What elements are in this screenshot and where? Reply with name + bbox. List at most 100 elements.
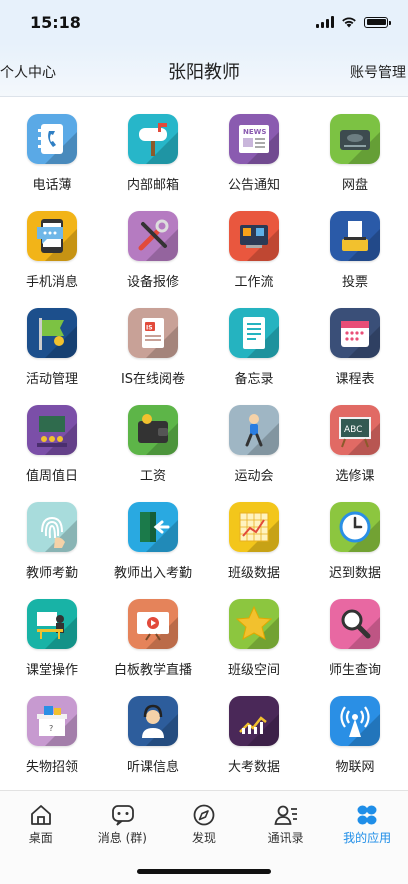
app-tile[interactable]: 白板教学直播 (103, 595, 203, 685)
app-label: 备忘录 (234, 372, 274, 387)
page-title: 张阳教师 (168, 62, 240, 83)
contacts-icon (273, 803, 299, 827)
app-label: 班级数据 (227, 566, 280, 581)
app-label: 师生查询 (328, 663, 381, 678)
apps-icon (354, 803, 380, 827)
door-icon (128, 502, 178, 552)
status-bar: 15:18 (0, 0, 408, 44)
app-label: 失物招领 (25, 760, 78, 775)
app-tile[interactable]: NEWS 公告通知 (204, 110, 304, 200)
app-label: 工作流 (234, 275, 274, 290)
app-label: 教师出入考勤 (113, 566, 192, 581)
mailbox-icon (128, 114, 178, 164)
app-label: 值周值日 (25, 469, 78, 484)
tab-label: 消息 (群) (97, 831, 147, 845)
app-tile[interactable]: 教师考勤 (2, 498, 102, 588)
app-label: 选修课 (335, 469, 375, 484)
app-label: 投票 (341, 275, 368, 290)
app-label: 内部邮箱 (126, 178, 179, 193)
calendar-icon (330, 308, 380, 358)
app-label: 手机消息 (25, 275, 78, 290)
app-label: 设备报修 (126, 275, 179, 290)
app-tile[interactable]: 大考数据 (204, 692, 304, 782)
tab-label: 我的应用 (343, 831, 392, 845)
star-icon (229, 599, 279, 649)
workflow-icon (229, 211, 279, 261)
app-label: 电话薄 (32, 178, 72, 193)
tools-icon (128, 211, 178, 261)
clock-icon (330, 502, 380, 552)
app-label: 白板教学直播 (113, 663, 192, 678)
fingerprint-icon (27, 502, 77, 552)
app-tile[interactable]: 设备报修 (103, 207, 203, 297)
app-tile[interactable]: 班级数据 (204, 498, 304, 588)
duty-icon (27, 405, 77, 455)
app-tile[interactable]: 课堂操作 (2, 595, 102, 685)
app-tile[interactable]: 投票 (305, 207, 405, 297)
chart-icon (229, 502, 279, 552)
svg-text:IS: IS (146, 325, 153, 332)
app-tile[interactable]: ? 失物招领 (2, 692, 102, 782)
video-icon (128, 599, 178, 649)
classroom-icon (27, 599, 77, 649)
app-tile[interactable]: 教师出入考勤 (103, 498, 203, 588)
app-tile[interactable]: 值周值日 (2, 401, 102, 491)
app-tile[interactable]: 手机消息 (2, 207, 102, 297)
tab-label: 发现 (191, 831, 216, 845)
app-label: 迟到数据 (328, 566, 381, 581)
exam-icon: IS (128, 308, 178, 358)
wifi-icon (342, 17, 356, 28)
antenna-icon (330, 696, 380, 746)
app-tile[interactable]: 迟到数据 (305, 498, 405, 588)
app-tile[interactable]: ABC 选修课 (305, 401, 405, 491)
app-tile[interactable]: 工资 (103, 401, 203, 491)
tab-item[interactable]: 消息 (群) (82, 791, 164, 851)
home-icon (28, 803, 54, 827)
app-label: 公告通知 (227, 178, 280, 193)
phonebook-icon (27, 114, 77, 164)
lost-box-icon: ? (27, 696, 77, 746)
app-tile[interactable]: 师生查询 (305, 595, 405, 685)
status-icons (316, 15, 391, 29)
account-manage-link[interactable]: 账号管理 (350, 62, 406, 82)
app-tile[interactable]: 备忘录 (204, 304, 304, 394)
runner-icon (229, 405, 279, 455)
app-tile[interactable]: 班级空间 (204, 595, 304, 685)
app-tile[interactable]: 课程表 (305, 304, 405, 394)
app-label: 物联网 (335, 760, 375, 775)
tab-label: 通讯录 (267, 831, 304, 845)
cellular-signal-icon (316, 16, 334, 28)
app-tile[interactable]: 网盘 (305, 110, 405, 200)
app-label: IS在线阅卷 (120, 372, 186, 387)
app-tile[interactable]: 物联网 (305, 692, 405, 782)
message-icon (27, 211, 77, 261)
vote-icon (330, 211, 380, 261)
svg-text:NEWS: NEWS (243, 128, 266, 136)
app-tile[interactable]: 工作流 (204, 207, 304, 297)
app-tile[interactable]: 听课信息 (103, 692, 203, 782)
app-header: 个人中心 张阳教师 账号管理 (0, 44, 408, 97)
app-label: 听课信息 (126, 760, 179, 775)
app-label: 教师考勤 (25, 566, 78, 581)
battery-icon (364, 16, 391, 28)
trend-icon (229, 696, 279, 746)
app-label: 班级空间 (227, 663, 280, 678)
app-label: 活动管理 (25, 372, 78, 387)
app-tile[interactable]: 运动会 (204, 401, 304, 491)
app-tile[interactable]: 活动管理 (2, 304, 102, 394)
app-label: 大考数据 (227, 760, 280, 775)
app-tile[interactable]: IS IS在线阅卷 (103, 304, 203, 394)
app-tile[interactable]: 电话薄 (2, 110, 102, 200)
flag-icon (27, 308, 77, 358)
headset-icon (128, 696, 178, 746)
svg-text:?: ? (49, 724, 53, 733)
tab-item[interactable]: 发现 (163, 791, 245, 851)
blackboard-icon: ABC (330, 405, 380, 455)
wallet-icon (128, 405, 178, 455)
app-tile[interactable]: 内部邮箱 (103, 110, 203, 200)
tab-item[interactable]: 通讯录 (245, 791, 327, 851)
tab-item[interactable]: 桌面 (0, 791, 82, 851)
disk-icon (330, 114, 380, 164)
tab-label: 桌面 (28, 831, 53, 845)
tab-item[interactable]: 我的应用 (326, 791, 408, 851)
